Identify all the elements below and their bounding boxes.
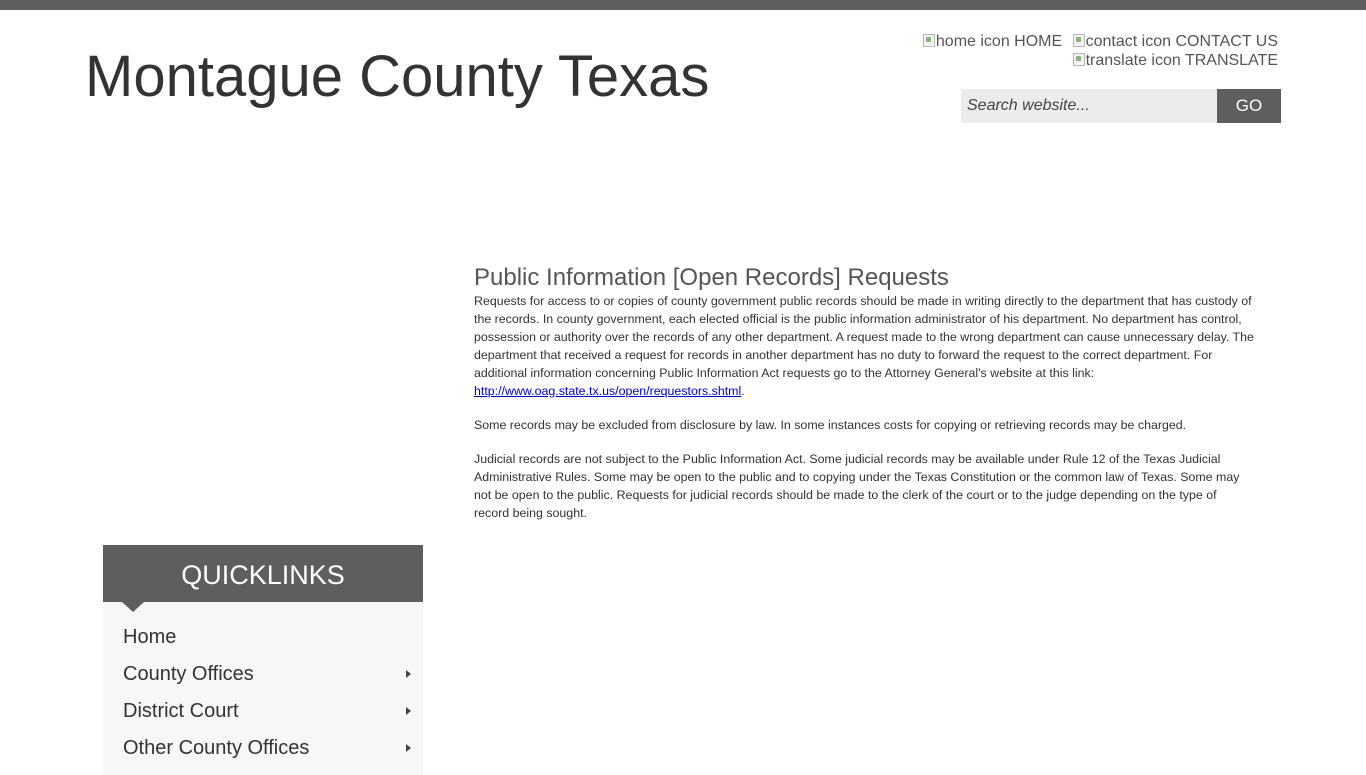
quicklinks-header: QUICKLINKS xyxy=(103,545,423,612)
utility-links: home icon HOME contact icon CONTACT US t… xyxy=(917,32,1278,70)
search-form: GO xyxy=(961,89,1281,123)
quicklink-home[interactable]: Home xyxy=(103,619,423,656)
top-accent-bar xyxy=(0,0,1366,10)
paragraph-judicial-records: Judicial records are not subject to the … xyxy=(474,452,1240,520)
page-heading: Public Information [Open Records] Reques… xyxy=(474,264,949,291)
home-icon-alt: home icon xyxy=(935,33,1010,50)
chevron-right-icon xyxy=(406,744,411,752)
contact-icon-alt: contact icon xyxy=(1085,33,1172,50)
link-suffix: . xyxy=(741,384,745,398)
quicklinks-list: Home County Offices District Court Other… xyxy=(103,602,423,767)
quicklinks-panel: QUICKLINKS Home County Offices District … xyxy=(103,545,423,775)
main-content: Public Information [Open Records] Reques… xyxy=(474,264,1254,538)
home-icon xyxy=(922,34,935,47)
translate-link-label: TRANSLATE xyxy=(1184,52,1278,69)
chevron-right-icon xyxy=(406,707,411,715)
contact-us-link-label: CONTACT US xyxy=(1175,33,1278,50)
quicklink-label: Other County Offices xyxy=(123,737,310,759)
utility-links-row-1: home icon HOME contact icon CONTACT US xyxy=(917,32,1278,51)
quicklink-county-offices[interactable]: County Offices xyxy=(103,656,423,693)
site-title[interactable]: Montague County Texas xyxy=(85,44,709,110)
contact-icon xyxy=(1072,34,1085,47)
translate-link[interactable]: translate icon TRANSLATE xyxy=(1072,52,1278,69)
contact-us-link[interactable]: contact icon CONTACT US xyxy=(1072,33,1278,50)
paragraph-requests: Requests for access to or copies of coun… xyxy=(474,292,1254,400)
quicklinks-pointer xyxy=(122,602,144,612)
quicklink-label: Home xyxy=(123,626,177,648)
chevron-right-icon xyxy=(406,670,411,678)
quicklinks-title: QUICKLINKS xyxy=(181,560,345,590)
quicklink-label: County Offices xyxy=(123,663,254,685)
paragraph-exclusions: Some records may be excluded from disclo… xyxy=(474,418,1187,432)
attorney-general-link[interactable]: http://www.oag.state.tx.us/open/requesto… xyxy=(474,384,741,398)
home-link[interactable]: home icon HOME xyxy=(922,33,1063,50)
quicklink-label: District Court xyxy=(123,700,239,722)
paragraph-requests-text: Requests for access to or copies of coun… xyxy=(474,294,1254,380)
quicklink-district-court[interactable]: District Court xyxy=(103,693,423,730)
translate-icon xyxy=(1072,53,1085,66)
quicklink-other-county-offices[interactable]: Other County Offices xyxy=(103,730,423,767)
home-link-label: HOME xyxy=(1014,33,1063,50)
utility-links-row-2: translate icon TRANSLATE xyxy=(917,51,1278,70)
search-go-button[interactable]: GO xyxy=(1217,89,1281,123)
translate-icon-alt: translate icon xyxy=(1085,52,1181,69)
search-input[interactable] xyxy=(961,89,1217,123)
